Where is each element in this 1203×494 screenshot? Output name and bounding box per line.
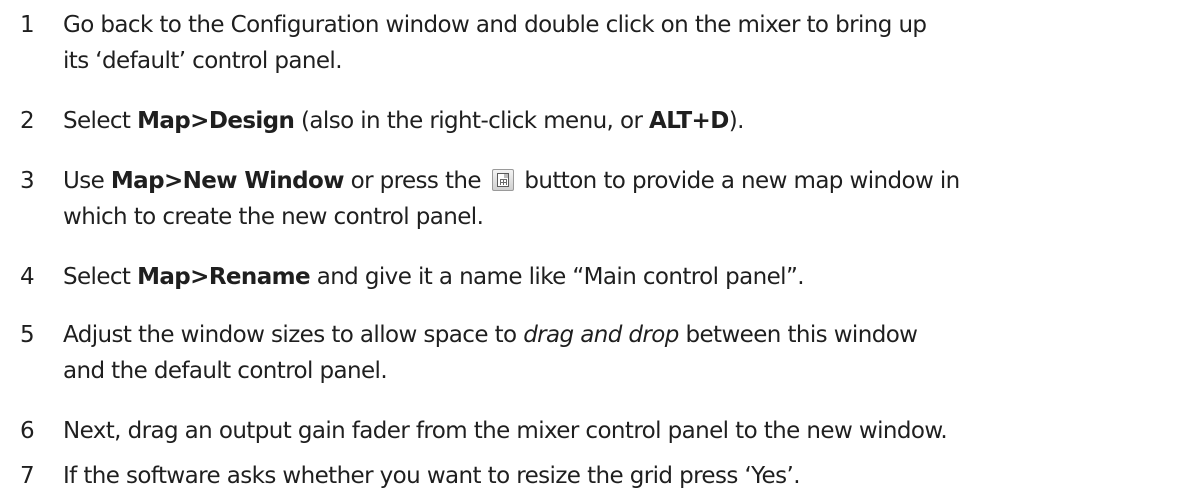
text-run: and give it a name like “Main control pa… (310, 264, 805, 290)
step-number: 1 (20, 12, 35, 38)
menu-path-map-design: Map>Design (137, 108, 295, 134)
step-line: which to create the new control panel. (63, 204, 484, 230)
text-run: Select (63, 108, 138, 134)
step-number: 2 (20, 108, 35, 134)
step-text: If the software asks whether you want to… (63, 463, 801, 489)
step-number: 6 (20, 418, 35, 444)
text-run: between this window (678, 322, 918, 348)
step-text: Go back to the Configuration window and … (63, 7, 1201, 79)
step-text: Adjust the window sizes to allow space t… (63, 317, 1201, 389)
step-number: 5 (20, 322, 35, 348)
step-text: Next, drag an output gain fader from the… (63, 418, 948, 444)
step-line: Adjust the window sizes to allow space t… (63, 317, 1201, 353)
text-run: Adjust the window sizes to allow space t… (63, 322, 524, 348)
step-line: Go back to the Configuration window and … (63, 12, 927, 38)
step-text: Use Map>New Window or press the button t… (63, 163, 1201, 235)
step-line: Use Map>New Window or press the button t… (63, 163, 1201, 199)
new-map-window-icon (491, 169, 514, 191)
step-number: 7 (20, 463, 35, 489)
step-line: and the default control panel. (63, 358, 388, 384)
text-run: Select (63, 264, 138, 290)
text-run: (also in the right-click menu, or (294, 108, 650, 134)
step-text: Select Map>Design (also in the right-cli… (63, 103, 1201, 139)
text-run: or press the (343, 168, 488, 194)
shortcut-alt-d: ALT+D (649, 108, 729, 134)
step-number: 3 (20, 168, 35, 194)
sheet-shape (496, 173, 509, 187)
text-run: Use (63, 168, 111, 194)
step-line: its ‘default’ control panel. (63, 48, 343, 74)
menu-path-map-new-window: Map>New Window (110, 168, 345, 194)
text-run: button to provide a new map window in (517, 168, 960, 194)
text-run: ). (728, 108, 745, 134)
step-text: Select Map>Rename and give it a name lik… (63, 259, 1201, 295)
step-number: 4 (20, 264, 35, 290)
menu-path-map-rename: Map>Rename (137, 264, 311, 290)
emphasis-drag-and-drop: drag and drop (523, 322, 679, 348)
